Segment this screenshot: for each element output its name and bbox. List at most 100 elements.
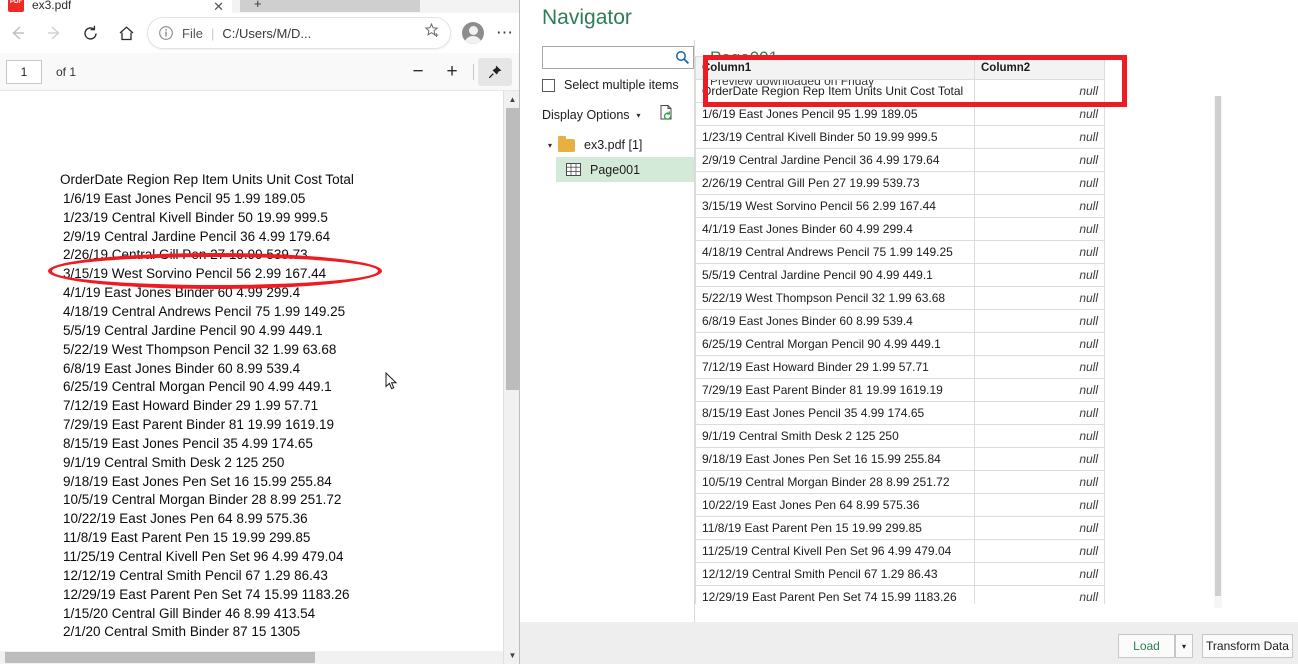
table-cell-column1: 4/1/19 East Jones Binder 60 4.99 299.4 bbox=[696, 218, 975, 241]
table-row[interactable]: 5/5/19 Central Jardine Pencil 90 4.99 44… bbox=[696, 264, 1105, 287]
back-arrow-icon bbox=[9, 24, 27, 42]
table-row[interactable]: 9/18/19 East Jones Pen Set 16 15.99 255.… bbox=[696, 448, 1105, 471]
table-row[interactable]: 9/1/19 Central Smith Desk 2 125 250null bbox=[696, 425, 1105, 448]
mouse-cursor-icon bbox=[385, 372, 398, 391]
table-cell-column2: null bbox=[975, 356, 1105, 379]
preview-table-scroll-thumb[interactable] bbox=[1215, 96, 1221, 596]
pin-toolbar-button[interactable] bbox=[478, 58, 512, 86]
load-button[interactable]: Load bbox=[1118, 634, 1175, 658]
favorite-star-icon[interactable] bbox=[424, 22, 446, 44]
page-number-input[interactable]: 1 bbox=[6, 60, 42, 84]
forward-button[interactable] bbox=[36, 17, 72, 49]
expanded-triangle-icon[interactable]: ▾ bbox=[542, 141, 558, 150]
home-button[interactable] bbox=[108, 17, 144, 49]
plus-icon: + bbox=[254, 0, 262, 11]
table-row[interactable]: 4/18/19 Central Andrews Pencil 75 1.99 1… bbox=[696, 241, 1105, 264]
zoom-in-button[interactable]: + bbox=[435, 58, 469, 86]
transform-data-button[interactable]: Transform Data bbox=[1202, 634, 1293, 658]
table-cell-column2: null bbox=[975, 425, 1105, 448]
pdf-vertical-scrollbar[interactable]: ▲ ▼ bbox=[503, 91, 520, 664]
table-row[interactable]: 5/22/19 West Thompson Pencil 32 1.99 63.… bbox=[696, 287, 1105, 310]
table-cell-column2: null bbox=[975, 241, 1105, 264]
browser-navigation-bar: File | C:/Users/M/D... ⋯ bbox=[0, 13, 520, 53]
pdf-horizontal-scroll-thumb[interactable] bbox=[5, 652, 315, 663]
pdf-data-line: 8/15/19 East Jones Pencil 35 4.99 174.65 bbox=[63, 436, 313, 451]
display-options-row[interactable]: Display Options ▾ bbox=[542, 104, 694, 126]
table-row[interactable]: 1/6/19 East Jones Pencil 95 1.99 189.05n… bbox=[696, 103, 1105, 126]
more-ellipsis-icon[interactable]: ⋯ bbox=[490, 23, 520, 43]
table-row[interactable]: 10/5/19 Central Morgan Binder 28 8.99 25… bbox=[696, 471, 1105, 494]
new-tab-button[interactable]: + bbox=[240, 0, 420, 12]
search-input[interactable] bbox=[543, 51, 671, 65]
refresh-icon bbox=[81, 24, 100, 43]
table-row[interactable]: 7/29/19 East Parent Binder 81 19.99 1619… bbox=[696, 379, 1105, 402]
pdf-data-line: 7/12/19 East Howard Binder 29 1.99 57.71 bbox=[63, 398, 318, 413]
table-cell-column1: 6/25/19 Central Morgan Pencil 90 4.99 44… bbox=[696, 333, 975, 356]
select-multiple-items-row[interactable]: Select multiple items bbox=[542, 78, 679, 92]
chevron-down-icon[interactable]: ▾ bbox=[637, 111, 641, 120]
pdf-data-line: 5/5/19 Central Jardine Pencil 90 4.99 44… bbox=[63, 323, 323, 338]
toolbar-divider bbox=[473, 64, 474, 80]
load-dropdown-button[interactable]: ▾ bbox=[1175, 634, 1193, 658]
forward-arrow-icon bbox=[45, 24, 63, 42]
pdf-favicon-icon bbox=[8, 0, 24, 12]
tree-item-page001[interactable]: Page001 bbox=[556, 157, 694, 182]
scroll-down-arrow-icon[interactable]: ▼ bbox=[504, 647, 520, 664]
address-bar[interactable]: File | C:/Users/M/D... bbox=[148, 18, 450, 48]
zoom-out-button[interactable]: − bbox=[401, 58, 435, 86]
pdf-horizontal-scrollbar[interactable] bbox=[0, 651, 503, 664]
search-box[interactable] bbox=[542, 46, 694, 69]
table-cell-column2: null bbox=[975, 540, 1105, 563]
refresh-button[interactable] bbox=[72, 17, 108, 49]
preview-table-container[interactable]: Column1Column2 OrderDate Region Rep Item… bbox=[695, 56, 1105, 604]
table-cell-column1: 10/22/19 East Jones Pen 64 8.99 575.36 bbox=[696, 494, 975, 517]
refresh-preview-icon[interactable] bbox=[658, 104, 675, 126]
close-icon[interactable]: ✕ bbox=[213, 0, 224, 13]
browser-tab[interactable]: ex3.pdf ✕ bbox=[0, 0, 232, 13]
table-row[interactable]: 7/12/19 East Howard Binder 29 1.99 57.71… bbox=[696, 356, 1105, 379]
table-sheet-icon bbox=[566, 163, 581, 176]
table-column-header[interactable]: Column1 bbox=[696, 57, 975, 80]
pdf-vertical-scroll-thumb[interactable] bbox=[506, 108, 519, 390]
table-column-header[interactable]: Column2 bbox=[975, 57, 1105, 80]
table-cell-column2: null bbox=[975, 103, 1105, 126]
table-row[interactable]: 6/25/19 Central Morgan Pencil 90 4.99 44… bbox=[696, 333, 1105, 356]
table-row[interactable]: 4/1/19 East Jones Binder 60 4.99 299.4nu… bbox=[696, 218, 1105, 241]
table-row[interactable]: 2/26/19 Central Gill Pen 27 19.99 539.73… bbox=[696, 172, 1105, 195]
tree-root-item[interactable]: ▾ ex3.pdf [1] bbox=[542, 133, 694, 157]
table-cell-column1: 9/18/19 East Jones Pen Set 16 15.99 255.… bbox=[696, 448, 975, 471]
pdf-data-line: 7/29/19 East Parent Binder 81 19.99 1619… bbox=[63, 417, 334, 432]
pdf-viewer-toolbar: 1 of 1 − + bbox=[0, 53, 520, 91]
pdf-header-line: OrderDate Region Rep Item Units Unit Cos… bbox=[60, 172, 354, 187]
profile-avatar-icon[interactable] bbox=[462, 22, 484, 44]
preview-table-vertical-scrollbar[interactable] bbox=[1214, 96, 1222, 608]
table-cell-column1: 2/9/19 Central Jardine Pencil 36 4.99 17… bbox=[696, 149, 975, 172]
search-icon bbox=[671, 50, 693, 65]
table-row[interactable]: 10/22/19 East Jones Pen 64 8.99 575.36nu… bbox=[696, 494, 1105, 517]
table-row[interactable]: OrderDate Region Rep Item Units Unit Cos… bbox=[696, 80, 1105, 103]
table-row[interactable]: 12/29/19 East Parent Pen Set 74 15.99 11… bbox=[696, 586, 1105, 605]
pdf-page-canvas[interactable]: OrderDate Region Rep Item Units Unit Cos… bbox=[0, 91, 503, 651]
back-button[interactable] bbox=[0, 17, 36, 49]
table-row[interactable]: 1/23/19 Central Kivell Binder 50 19.99 9… bbox=[696, 126, 1105, 149]
table-row[interactable]: 11/25/19 Central Kivell Pen Set 96 4.99 … bbox=[696, 540, 1105, 563]
pdf-data-line: 2/9/19 Central Jardine Pencil 36 4.99 17… bbox=[63, 229, 330, 244]
table-row[interactable]: 11/8/19 East Parent Pen 15 19.99 299.85n… bbox=[696, 517, 1105, 540]
table-cell-column1: 4/18/19 Central Andrews Pencil 75 1.99 1… bbox=[696, 241, 975, 264]
tab-title: ex3.pdf bbox=[32, 0, 71, 12]
table-cell-column2: null bbox=[975, 586, 1105, 605]
table-cell-column1: 2/26/19 Central Gill Pen 27 19.99 539.73 bbox=[696, 172, 975, 195]
pdf-data-line: 9/1/19 Central Smith Desk 2 125 250 bbox=[63, 455, 284, 470]
scroll-up-arrow-icon[interactable]: ▲ bbox=[504, 91, 520, 108]
table-row[interactable]: 3/15/19 West Sorvino Pencil 56 2.99 167.… bbox=[696, 195, 1105, 218]
table-row[interactable]: 8/15/19 East Jones Pencil 35 4.99 174.65… bbox=[696, 402, 1105, 425]
table-row[interactable]: 6/8/19 East Jones Binder 60 8.99 539.4nu… bbox=[696, 310, 1105, 333]
table-row[interactable]: 12/12/19 Central Smith Pencil 67 1.29 86… bbox=[696, 563, 1105, 586]
select-multiple-checkbox[interactable] bbox=[542, 79, 555, 92]
navigator-left-pane: Select multiple items Display Options ▾ … bbox=[520, 40, 694, 622]
table-row[interactable]: 2/9/19 Central Jardine Pencil 36 4.99 17… bbox=[696, 149, 1105, 172]
table-cell-column1: 8/15/19 East Jones Pencil 35 4.99 174.65 bbox=[696, 402, 975, 425]
table-cell-column1: 10/5/19 Central Morgan Binder 28 8.99 25… bbox=[696, 471, 975, 494]
pdf-data-line: 12/29/19 East Parent Pen Set 74 15.99 11… bbox=[63, 587, 349, 602]
screen-root: ex3.pdf ✕ + bbox=[0, 0, 1298, 664]
